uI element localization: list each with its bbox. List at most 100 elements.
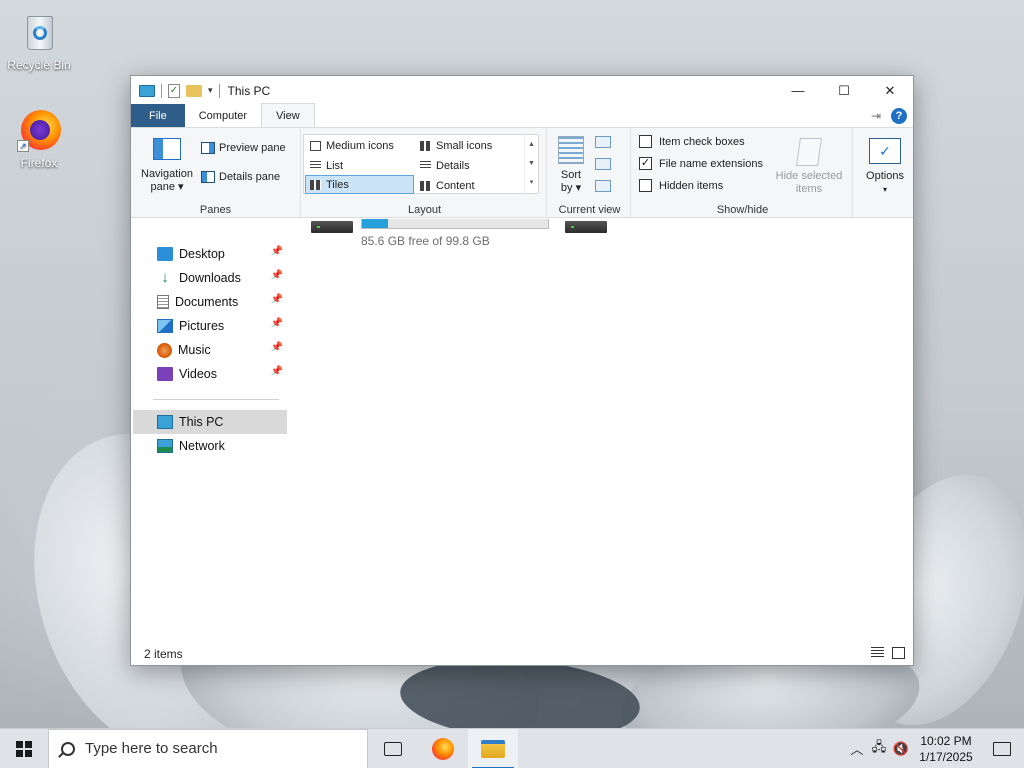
start-button[interactable] — [0, 729, 48, 768]
checkbox[interactable] — [639, 179, 652, 192]
layout-tiles[interactable]: Tiles — [305, 175, 414, 194]
sort-by-button[interactable]: Sort by ▾ — [555, 136, 587, 195]
nav-item-this-pc[interactable]: This PC — [133, 410, 287, 434]
explorer-body: Desktop 📌 ↓ Downloads 📌 Documents 📌 Pict… — [131, 219, 913, 642]
drive-usage-bar — [361, 219, 549, 229]
details-view-icon[interactable] — [871, 647, 884, 659]
shortcut-arrow-icon: ↗ — [17, 140, 29, 152]
options-icon: ✓ — [869, 138, 901, 164]
size-columns-icon — [595, 180, 611, 192]
large-icons-view-icon[interactable] — [892, 647, 905, 659]
search-placeholder: Type here to search — [85, 740, 218, 757]
customize-toolbar-chevron-icon[interactable]: ▾ — [208, 85, 213, 96]
layout-list[interactable]: List — [306, 156, 412, 175]
add-columns-button[interactable] — [595, 158, 615, 173]
group-label: Panes — [199, 204, 232, 216]
tab-computer[interactable]: Computer — [185, 104, 261, 127]
nav-item-pictures[interactable]: Pictures 📌 — [133, 314, 287, 338]
taskbar-firefox[interactable] — [418, 729, 468, 768]
notification-center-button[interactable] — [980, 729, 1024, 768]
layout-gallery: Medium icons Small icons List Details Ti… — [303, 134, 539, 194]
taskbar-search[interactable]: Type here to search — [48, 728, 368, 768]
search-icon — [61, 741, 75, 756]
nav-item-desktop[interactable]: Desktop 📌 — [133, 242, 287, 266]
ribbon-group-show-hide: Item check boxes ✓ File name extensions … — [633, 128, 853, 218]
drive-free-space: 85.6 GB free of 99.8 GB — [361, 234, 490, 248]
item-check-boxes-toggle[interactable]: Item check boxes — [639, 135, 745, 148]
scroll-down-icon[interactable]: ▼ — [525, 154, 538, 173]
checkbox-label: Item check boxes — [659, 135, 745, 148]
layout-item-label: Tiles — [326, 178, 349, 191]
nav-item-network[interactable]: Network — [133, 434, 287, 458]
checkbox-label: File name extensions — [659, 157, 763, 170]
download-arrow-icon: ↓ — [161, 269, 169, 286]
gallery-expand-icon[interactable]: ▾ — [525, 173, 538, 192]
desktop-icon-recycle-bin[interactable]: Recycle Bin — [4, 8, 74, 72]
window-title: This PC — [227, 83, 271, 98]
drive-usage-fill — [362, 219, 389, 228]
options-button[interactable]: ✓ Options ▾ — [860, 138, 910, 196]
group-by-icon — [595, 136, 611, 148]
small-icons-icon — [420, 140, 431, 151]
group-label: Show/hide — [716, 204, 769, 216]
close-button[interactable]: ✕ — [867, 76, 913, 105]
layout-medium-icons[interactable]: Medium icons — [306, 136, 412, 155]
nav-item-label: Documents — [175, 295, 239, 309]
title-bar[interactable]: ✓ ▾ This PC — ☐ ✕ — [131, 76, 913, 105]
layout-content[interactable]: Content — [416, 176, 522, 195]
preview-pane-label: Preview pane — [219, 142, 286, 154]
scroll-up-icon[interactable]: ▲ — [525, 135, 538, 154]
layout-details[interactable]: Details — [416, 156, 522, 175]
nav-item-downloads[interactable]: ↓ Downloads 📌 — [133, 266, 287, 290]
minimize-button[interactable]: — — [775, 76, 821, 105]
navigation-pane-button[interactable]: Navigation pane ▾ — [137, 138, 197, 194]
recycle-bin-icon — [15, 8, 63, 56]
checkbox-checked[interactable]: ✓ — [639, 157, 652, 170]
content-icon — [420, 180, 431, 191]
taskbar-file-explorer[interactable] — [468, 728, 518, 768]
hide-selected-items-button[interactable]: Hide selected items — [771, 138, 847, 196]
nav-item-music[interactable]: Music 📌 — [133, 338, 287, 362]
videos-icon — [157, 367, 173, 381]
size-columns-button[interactable] — [595, 180, 615, 195]
divider — [161, 83, 162, 98]
desktop-icon-firefox[interactable]: ↗ Firefox — [4, 106, 74, 170]
details-icon — [420, 161, 431, 170]
new-folder-icon[interactable] — [186, 84, 202, 97]
task-view-button[interactable] — [368, 729, 418, 768]
layout-item-label: List — [326, 159, 344, 172]
nav-item-label: Videos — [179, 367, 217, 381]
file-name-extensions-toggle[interactable]: ✓ File name extensions — [639, 157, 763, 170]
layout-gallery-scrollbar[interactable]: ▲ ▼ ▾ — [524, 135, 538, 193]
checkbox[interactable] — [639, 135, 652, 148]
layout-small-icons[interactable]: Small icons — [416, 136, 522, 155]
navigation-pane-icon — [153, 138, 181, 160]
item-count: 2 items — [144, 646, 183, 661]
navigation-pane: Desktop 📌 ↓ Downloads 📌 Documents 📌 Pict… — [131, 219, 291, 642]
details-pane-button[interactable]: Details pane — [201, 171, 280, 183]
maximize-button[interactable]: ☐ — [821, 76, 867, 105]
hidden-items-toggle[interactable]: Hidden items — [639, 179, 723, 192]
volume-muted-icon[interactable]: 🔇 — [890, 729, 912, 768]
nav-item-documents[interactable]: Documents 📌 — [133, 290, 287, 314]
sort-by-label: Sort by ▾ — [560, 169, 582, 194]
layout-item-label: Small icons — [436, 139, 493, 152]
preview-pane-button[interactable]: Preview pane — [201, 142, 286, 154]
clock[interactable]: 10:02 PM 1/17/2025 — [912, 733, 980, 765]
properties-icon[interactable]: ✓ — [168, 83, 180, 98]
tab-file[interactable]: File — [131, 104, 185, 127]
tab-view[interactable]: View — [261, 103, 315, 127]
this-pc-icon — [157, 415, 173, 429]
layout-item-label: Details — [436, 159, 470, 172]
help-icon[interactable]: ? — [891, 107, 907, 124]
local-disk-icon[interactable] — [311, 221, 353, 233]
show-hidden-icons-chevron-icon[interactable]: ︿ — [846, 729, 868, 768]
pin-ribbon-icon[interactable]: ⇥ — [871, 109, 881, 123]
nav-item-label: This PC — [179, 415, 224, 429]
network-status-icon[interactable]: 🖧 — [868, 729, 890, 768]
nav-item-videos[interactable]: Videos 📌 — [133, 362, 287, 386]
group-by-button[interactable] — [595, 136, 615, 151]
music-icon — [157, 342, 172, 358]
desktop-icon-label: Firefox — [20, 156, 58, 170]
drive-icon[interactable] — [565, 221, 607, 233]
